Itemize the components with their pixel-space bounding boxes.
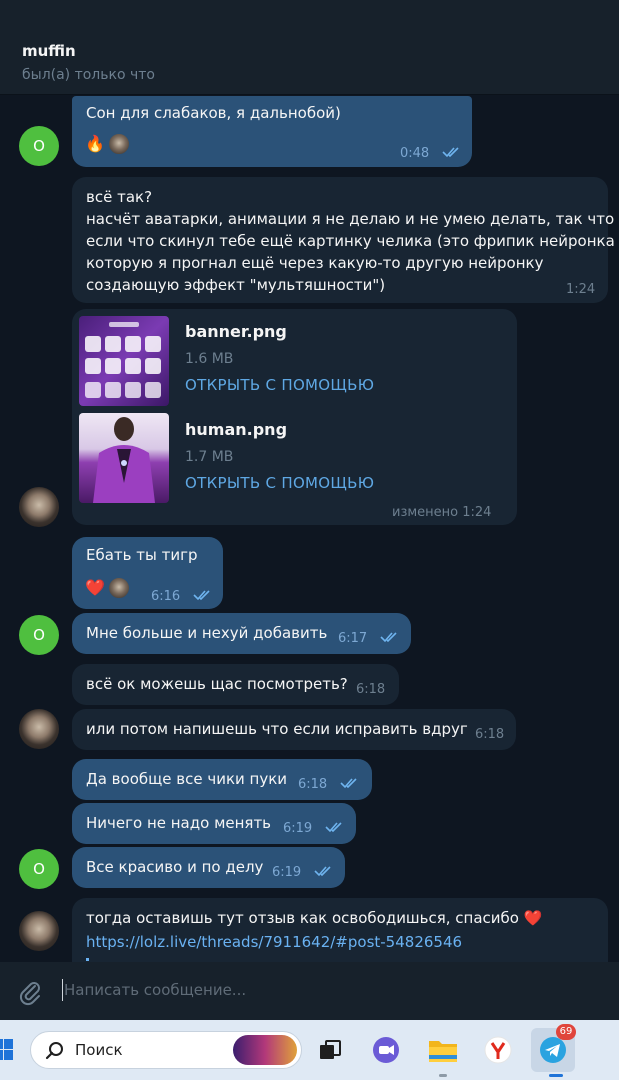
avatar[interactable] [19, 911, 59, 951]
double-check-icon [314, 866, 331, 877]
fire-reaction[interactable]: 🔥 [84, 133, 106, 155]
file-size: 1.6 MB [185, 351, 234, 367]
message-line: насчёт аватарки, анимации я не делаю и н… [86, 210, 615, 228]
message-time: изменено 1:24 [392, 505, 492, 520]
message-time: 6:19 [283, 821, 313, 836]
message-time: 1:24 [566, 282, 596, 297]
banner-thumbnail[interactable] [79, 316, 169, 406]
avatar[interactable]: O [19, 126, 59, 166]
message-text: Все красиво и по делу [86, 858, 264, 876]
video-chat-icon[interactable] [372, 1036, 400, 1064]
window-titlebar [0, 0, 619, 30]
message-line: создающую эффект "мультяшности") [86, 276, 386, 294]
message-time: 6:18 [356, 682, 386, 697]
message-input[interactable]: Написать сообщение... [64, 981, 246, 999]
taskbar: Поиск 69 [0, 1020, 619, 1080]
active-indicator [549, 1074, 563, 1077]
running-indicator [439, 1074, 447, 1077]
avatar[interactable] [19, 487, 59, 527]
taskbar-search[interactable]: Поиск [30, 1031, 302, 1069]
message-text: всё ок можешь щас посмотреть? [86, 675, 348, 693]
message-text: Ничего не надо менять [86, 814, 272, 832]
last-seen-status: был(а) только что [22, 67, 155, 83]
yandex-browser-icon[interactable] [484, 1036, 512, 1064]
message-line: всё так? [86, 188, 153, 206]
telegram-icon[interactable] [539, 1036, 567, 1064]
message-bubble[interactable]: всё ок можешь щас посмотреть? 6:18 [72, 664, 399, 705]
windows-logo-icon[interactable] [0, 1039, 14, 1061]
avatar[interactable]: O [19, 615, 59, 655]
open-with-button[interactable]: ОТКРЫТЬ С ПОМОЩЬЮ [185, 374, 374, 396]
message-time: 6:18 [475, 727, 505, 742]
message-list[interactable]: Сон для слабаков, я дальнобой) 🔥 0:48 O … [0, 96, 619, 962]
reaction-avatar [108, 133, 130, 155]
chat-header[interactable]: muffin был(а) только что [0, 30, 619, 95]
message-time: 6:17 [338, 631, 368, 646]
message-reactions[interactable]: 🔥 [84, 131, 130, 157]
heart-reaction[interactable]: ❤️ [84, 577, 106, 599]
message-reactions[interactable]: ❤️ [84, 575, 130, 601]
double-check-icon [325, 822, 342, 833]
message-bubble[interactable]: всё так? насчёт аватарки, анимации я не … [72, 177, 615, 303]
open-with-button[interactable]: ОТКРЫТЬ С ПОМОЩЬЮ [185, 472, 374, 494]
double-check-icon [340, 778, 357, 789]
message-time: 6:19 [272, 865, 302, 880]
message-bubble[interactable]: Мне больше и нехуй добавить 6:17 [72, 613, 411, 654]
message-link[interactable]: https://lolz.live/threads/7911642/#post-… [86, 931, 462, 953]
file-explorer-icon[interactable] [428, 1036, 458, 1064]
double-check-icon [442, 147, 459, 158]
search-icon [45, 1042, 63, 1060]
text-caret [62, 979, 63, 1001]
file-name[interactable]: human.png [185, 419, 287, 441]
message-text: Да вообще все чики пуки [86, 770, 288, 788]
message-time: 6:16 [151, 589, 181, 604]
human-thumbnail[interactable] [79, 413, 169, 503]
message-text: Сон для слабаков, я дальнобой) [86, 104, 341, 122]
message-time: 6:18 [298, 777, 328, 792]
file-name[interactable]: banner.png [185, 321, 287, 343]
avatar[interactable] [19, 709, 59, 749]
message-text: тогда оставишь тут отзыв как освободишьс… [86, 909, 543, 927]
message-composer[interactable]: Написать сообщение... [0, 962, 619, 1020]
double-check-icon [380, 632, 397, 643]
message-bubble[interactable]: или потом напишешь что если исправить вд… [72, 709, 516, 750]
chat-title[interactable]: muffin [22, 42, 76, 60]
message-text: Ебать ты тигр [86, 546, 198, 564]
paperclip-icon[interactable] [16, 978, 44, 1006]
reaction-avatar [108, 577, 130, 599]
message-line: если что скинул тебе ещё картинку челика… [86, 232, 615, 250]
banner-preview-image [85, 322, 161, 398]
message-bubble[interactable]: Все красиво и по делу 6:19 [72, 847, 345, 888]
file-size: 1.7 MB [185, 449, 234, 465]
message-line: которую я прогнал ещё через какую-то дру… [86, 254, 544, 272]
message-text: Мне больше и нехуй добавить [86, 624, 328, 642]
message-bubble[interactable]: Ничего не надо менять 6:19 [72, 803, 356, 844]
message-bubble[interactable]: тогда оставишь тут отзыв как освободишьс… [72, 898, 608, 962]
search-highlight-image [233, 1035, 297, 1065]
search-label: Поиск [75, 1041, 123, 1059]
human-preview-image [93, 417, 155, 503]
file-message-bubble[interactable]: banner.png 1.6 MB ОТКРЫТЬ С ПОМОЩЬЮ huma… [72, 309, 517, 525]
message-bubble[interactable]: Да вообще все чики пуки 6:18 [72, 759, 372, 800]
message-bubble[interactable]: Ебать ты тигр ❤️ 6:16 [72, 537, 223, 609]
avatar[interactable]: O [19, 849, 59, 889]
link-preview[interactable] [86, 958, 592, 961]
message-bubble[interactable]: Сон для слабаков, я дальнобой) 🔥 0:48 [72, 96, 472, 167]
message-text: или потом напишешь что если исправить вд… [86, 720, 468, 738]
task-view-icon[interactable] [318, 1039, 342, 1063]
double-check-icon [193, 590, 210, 601]
unread-badge: 69 [556, 1024, 576, 1040]
message-time: 0:48 [400, 146, 430, 161]
